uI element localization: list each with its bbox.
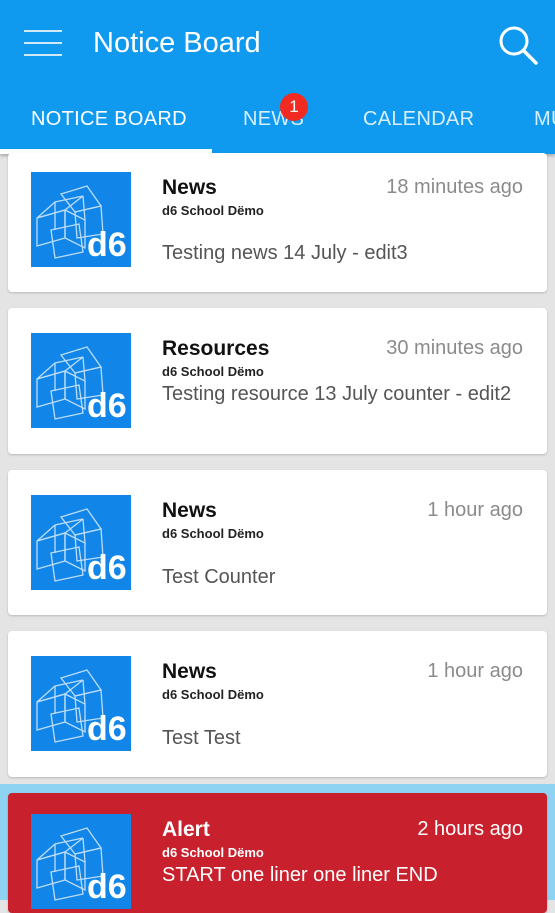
notice-card[interactable]: News d6 School Dëmo 1 hour ago Test Coun… xyxy=(8,470,547,615)
d6-logo xyxy=(31,172,131,267)
notice-source: d6 School Dëmo xyxy=(162,364,264,379)
tab-bar: NOTICE BOARD NEWS 1 CALENDAR MU xyxy=(0,86,555,154)
notice-source: d6 School Dëmo xyxy=(162,203,264,218)
tab-more[interactable]: MU xyxy=(534,108,555,131)
notice-time: 30 minutes ago xyxy=(386,337,523,359)
d6-logo xyxy=(31,495,131,590)
d6-logo xyxy=(31,333,131,428)
notice-source: d6 School Dëmo xyxy=(162,526,264,541)
notice-body: Test Counter xyxy=(162,566,276,588)
notice-title: News xyxy=(162,660,217,683)
notice-card[interactable]: News d6 School Dëmo 1 hour ago Test Test xyxy=(8,631,547,777)
notice-card[interactable]: Resources d6 School Dëmo 30 minutes ago … xyxy=(8,308,547,454)
notice-title: Alert xyxy=(162,818,210,841)
notice-time: 1 hour ago xyxy=(427,499,523,521)
notice-body: Testing resource 13 July counter - edit2 xyxy=(162,383,512,405)
notice-source: d6 School Dëmo xyxy=(162,687,264,702)
alert-notice-card[interactable]: Alert d6 School Dëmo 2 hours ago START o… xyxy=(8,793,547,913)
app-bar: Notice Board xyxy=(0,0,555,86)
search-icon[interactable] xyxy=(494,22,540,68)
d6-logo xyxy=(31,656,131,751)
notice-body: Test Test xyxy=(162,727,241,749)
notice-title: Resources xyxy=(162,337,270,360)
notice-source: d6 School Dëmo xyxy=(162,845,264,860)
notice-title: News xyxy=(162,176,217,199)
notice-body: Testing news 14 July - edit3 xyxy=(162,242,408,264)
page-title: Notice Board xyxy=(93,27,261,59)
notice-time: 2 hours ago xyxy=(417,818,523,840)
news-count-badge: 1 xyxy=(280,93,308,121)
notice-title: News xyxy=(162,499,217,522)
notice-time: 1 hour ago xyxy=(427,660,523,682)
notice-body: START one liner one liner END xyxy=(162,864,438,886)
notice-time: 18 minutes ago xyxy=(386,176,523,198)
hamburger-menu-icon[interactable] xyxy=(24,28,62,58)
tab-calendar[interactable]: CALENDAR xyxy=(363,108,474,131)
notice-card[interactable]: News d6 School Dëmo 18 minutes ago Testi… xyxy=(8,153,547,292)
d6-logo xyxy=(31,814,131,909)
tab-notice-board[interactable]: NOTICE BOARD xyxy=(31,108,187,131)
